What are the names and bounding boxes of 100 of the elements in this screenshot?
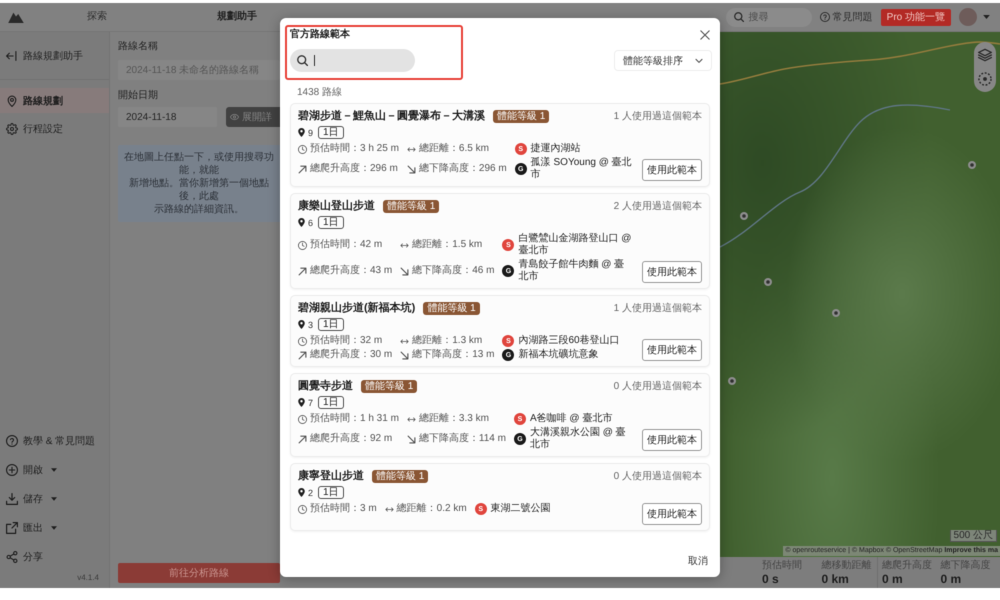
analyze-route-button[interactable]: 前往分析路線 (118, 563, 280, 583)
level-badge: 體能等級 1 (383, 200, 440, 213)
double-arrow-icon (406, 146, 416, 152)
close-button[interactable] (698, 28, 712, 42)
sidebar-item[interactable]: 開啟 (0, 455, 109, 484)
sidebar-item[interactable]: 路線規劃 (0, 88, 109, 113)
mountain-logo-icon (8, 12, 24, 22)
stat-label: 總爬升高度 (882, 560, 933, 572)
poi-marker-icon (968, 161, 976, 169)
layers-button[interactable] (976, 46, 994, 64)
place-name: 內湖路三段60巷登山口 (518, 335, 620, 347)
stop-count: 2 (308, 486, 314, 498)
double-arrow-icon (400, 242, 410, 248)
info-text: 在地圖上任點一下，或使用搜尋功能，就能 新增地點。當你新增第一個地點後，此處 示路線的詳細資訊。 (123, 151, 275, 216)
cancel-button[interactable]: 取消 (688, 556, 708, 568)
nav-tab[interactable]: 規劃助手 (217, 10, 257, 24)
route-title: 康寧登山步道 (298, 469, 364, 484)
stat-label: 預估時間 (762, 560, 803, 572)
stop-count: 6 (308, 216, 314, 228)
details-button[interactable]: 展開詳 (226, 107, 280, 127)
day-chip: 1日 (318, 318, 344, 331)
level-badge: 體能等級 1 (361, 380, 418, 393)
route-title: 康樂山登山步道 (298, 199, 375, 214)
stat-text: 預估時間：3 h 25 m (310, 143, 399, 155)
dashed-circle-icon (978, 72, 992, 86)
double-arrow-icon (406, 416, 416, 422)
sort-dropdown[interactable]: 體能等級排序 (614, 50, 712, 71)
sidebar-item[interactable]: 匯出 (0, 513, 109, 542)
stop-count: 7 (308, 396, 314, 408)
stat-text: 總距離：1.3 km (412, 335, 482, 347)
arrow-down-right-icon (400, 350, 410, 360)
poi-marker-icon (832, 309, 840, 317)
route-count: 1438 路線 (296, 86, 344, 99)
arrow-up-right-icon (298, 266, 307, 276)
use-template-button[interactable]: 使用此範本 (642, 503, 702, 525)
search-field[interactable] (290, 49, 415, 72)
gear-icon (6, 122, 18, 134)
layers-icon (978, 48, 992, 62)
stat-text: 預估時間：42 m (310, 239, 382, 251)
map-pin-icon (298, 488, 305, 497)
download-icon (6, 492, 18, 504)
stat-label: 總下降高度 (940, 560, 992, 572)
place-name: 青島餃子館牛肉麵 @ 臺北市 (518, 259, 626, 283)
level-badge: 體能等級 1 (493, 110, 550, 123)
place-name: 大溝溪親水公園 @ 臺北市 (530, 427, 627, 451)
arrow-down-right-icon (406, 164, 416, 174)
map-pin-icon (298, 398, 305, 407)
stat-value: 0 s (762, 572, 780, 586)
level-badge: 體能等級 1 (372, 470, 428, 483)
stat-text: 總距離：6.5 km (418, 143, 489, 155)
view-toggle-button[interactable] (976, 70, 994, 88)
use-template-button[interactable]: 使用此範本 (642, 339, 702, 361)
date-field[interactable]: 2024-11-18 (118, 107, 217, 127)
usage-count: 0 人使用過這個範本 (614, 470, 702, 483)
stat-text: 總爬升高度：30 m (310, 349, 392, 361)
level-badge: 體能等級 1 (423, 302, 480, 315)
use-template-button[interactable]: 使用此範本 (642, 159, 702, 181)
usage-count: 0 人使用過這個範本 (614, 380, 702, 393)
double-arrow-icon (400, 338, 410, 344)
stat-text: 總下降高度：13 m (412, 349, 494, 361)
stat-text: 總距離：0.2 km (396, 503, 467, 515)
eye-icon (230, 114, 239, 120)
use-template-button[interactable]: 使用此範本 (642, 261, 702, 283)
stat-value: 0 m (940, 572, 962, 586)
nav-tab[interactable]: 探索 (87, 10, 107, 24)
pro-features-button[interactable]: Pro 功能一覽 (880, 8, 951, 26)
sidebar-item[interactable]: 教學 & 常見問題 (0, 426, 109, 455)
stat-text: 總距離：3.3 km (418, 413, 489, 425)
place-name: A爸咖啡 @ 臺北市 (530, 413, 612, 425)
back-link[interactable]: 路線規劃助手 (0, 32, 109, 80)
map-pin-icon (6, 94, 18, 106)
stat-text: 預估時間：1 h 31 m (310, 413, 399, 425)
poi-marker-icon (764, 278, 772, 286)
version-label: v4.1.4 (77, 572, 99, 584)
route-title: 碧湖步道－鯉魚山－圓覺瀑布－大溝溪 (298, 109, 485, 124)
share-icon (6, 550, 18, 562)
help-link[interactable]: 常見問題 (820, 10, 873, 24)
day-chip: 1日 (318, 216, 344, 229)
external-link-icon (6, 522, 18, 534)
stat-text: 總爬升高度：296 m (310, 163, 398, 175)
day-chip: 1日 (318, 486, 344, 499)
sidebar-item[interactable]: 分享 (0, 542, 109, 571)
day-chip: 1日 (318, 396, 344, 409)
stat-text: 總距離：1.5 km (412, 239, 482, 251)
stat-text: 總爬升高度：92 m (310, 433, 392, 445)
map-pin-icon (298, 218, 305, 227)
poi-marker-icon (728, 377, 736, 385)
place-name: 新福本坑礦坑意象 (518, 349, 598, 361)
stat-label: 總移動距離 (822, 560, 872, 572)
double-arrow-icon (384, 506, 394, 512)
arrow-up-right-icon (298, 164, 307, 174)
clock-icon (298, 240, 307, 250)
map-pin-icon (298, 128, 305, 137)
sidebar-item[interactable]: 行程設定 (0, 116, 109, 141)
stat-text: 總爬升高度：43 m (310, 265, 392, 277)
use-template-button[interactable]: 使用此範本 (642, 429, 702, 451)
arrow-down-right-icon (400, 266, 410, 276)
sidebar-item[interactable]: 儲存 (0, 484, 109, 513)
clock-icon (298, 144, 307, 154)
search-field[interactable]: 搜尋 (726, 8, 812, 26)
